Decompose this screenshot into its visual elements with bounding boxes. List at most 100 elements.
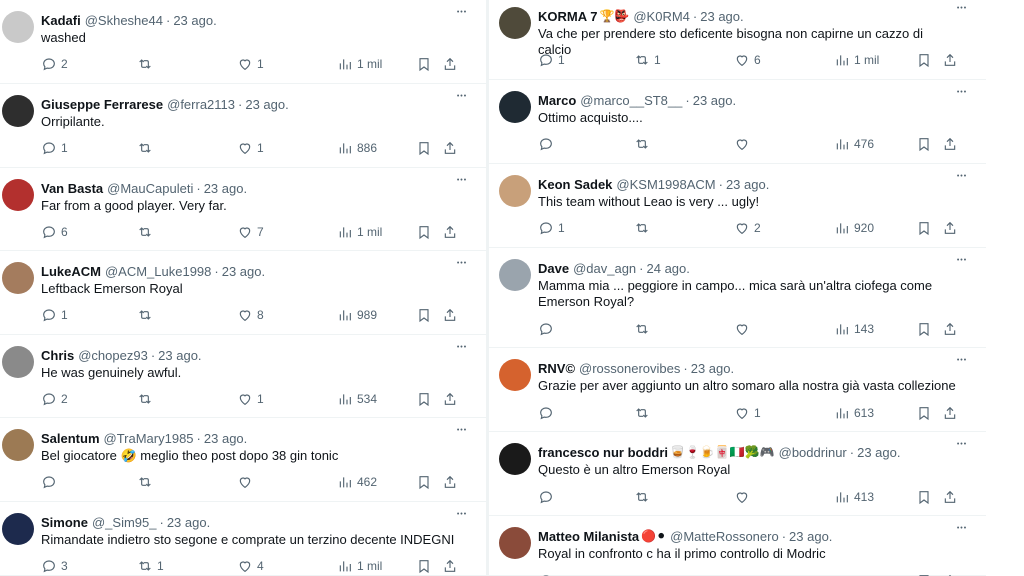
display-name[interactable]: KORMA 7	[538, 9, 597, 24]
more-options-icon[interactable]: •••	[952, 356, 972, 372]
reply-button[interactable]	[41, 473, 61, 491]
bookmark-button[interactable]	[416, 390, 432, 408]
like-button[interactable]: 4	[237, 557, 264, 575]
tweet-reply[interactable]: Chris @chopez93 · 23 ago. ••• He was genuinel…	[0, 335, 486, 418]
more-options-icon[interactable]: •••	[452, 510, 472, 526]
like-button[interactable]	[734, 135, 754, 153]
share-button[interactable]	[442, 55, 458, 73]
retweet-button[interactable]	[137, 390, 157, 408]
retweet-button[interactable]	[137, 55, 157, 73]
share-button[interactable]	[442, 139, 458, 157]
user-handle[interactable]: @ferra2113	[167, 97, 235, 112]
tweet-reply[interactable]: Marco @marco__ST8__ · 23 ago. ••• Ottimo acqu…	[489, 80, 986, 164]
retweet-button[interactable]: 1	[137, 557, 164, 575]
views-button[interactable]: 462	[337, 473, 377, 491]
tweet-reply[interactable]: LukeACM @ACM_Luke1998 · 23 ago. ••• Leftback …	[0, 251, 486, 335]
share-button[interactable]	[942, 51, 958, 69]
reply-button[interactable]: 1	[538, 219, 565, 237]
display-name[interactable]: Kadafi	[41, 13, 81, 28]
views-button[interactable]	[834, 572, 854, 576]
reply-button[interactable]	[538, 320, 558, 338]
tweet-reply[interactable]: KORMA 7 🏆👺 @K0RM4 · 23 ago. ••• Va che per pre…	[489, 0, 986, 80]
tweet-date[interactable]: 23 ago.	[204, 431, 247, 446]
tweet-date[interactable]: 23 ago.	[222, 264, 265, 279]
retweet-button[interactable]	[634, 219, 654, 237]
bookmark-button[interactable]	[916, 320, 932, 338]
views-button[interactable]: 613	[834, 404, 874, 422]
views-button[interactable]: 920	[834, 219, 874, 237]
bookmark-button[interactable]	[416, 557, 432, 575]
retweet-button[interactable]: 1	[634, 51, 661, 69]
display-name[interactable]: Dave	[538, 261, 569, 276]
more-options-icon[interactable]: •••	[952, 88, 972, 104]
display-name[interactable]: RNV©	[538, 361, 575, 376]
bookmark-button[interactable]	[916, 219, 932, 237]
avatar[interactable]	[499, 259, 531, 291]
retweet-button[interactable]	[137, 306, 157, 324]
reply-button[interactable]: 1	[41, 306, 68, 324]
user-handle[interactable]: @MauCapuleti	[107, 181, 193, 196]
retweet-button[interactable]	[634, 320, 654, 338]
like-button[interactable]: 2	[734, 219, 761, 237]
avatar[interactable]	[2, 179, 34, 211]
more-options-icon[interactable]: •••	[952, 524, 972, 540]
more-options-icon[interactable]: •••	[452, 259, 472, 275]
tweet-reply[interactable]: RNV© @rossonerovibes · 23 ago. ••• Grazie per…	[489, 348, 986, 432]
tweet-reply[interactable]: Giuseppe Ferrarese @ferra2113 · 23 ago. ••• O…	[0, 84, 486, 168]
tweet-date[interactable]: 23 ago.	[789, 529, 832, 544]
bookmark-button[interactable]	[416, 55, 432, 73]
like-button[interactable]: 6	[734, 51, 761, 69]
like-button[interactable]: 8	[237, 306, 264, 324]
share-button[interactable]	[442, 306, 458, 324]
tweet-date[interactable]: 23 ago.	[204, 181, 247, 196]
bookmark-button[interactable]	[916, 488, 932, 506]
user-handle[interactable]: @Skheshe44	[85, 13, 163, 28]
tweet-date[interactable]: 23 ago.	[245, 97, 288, 112]
share-button[interactable]	[442, 223, 458, 241]
display-name[interactable]: Marco	[538, 93, 576, 108]
avatar[interactable]	[2, 11, 34, 43]
user-handle[interactable]: @marco__ST8__	[580, 93, 682, 108]
tweet-date[interactable]: 23 ago.	[693, 93, 736, 108]
tweet-date[interactable]: 23 ago.	[691, 361, 734, 376]
views-button[interactable]: 534	[337, 390, 377, 408]
avatar[interactable]	[2, 95, 34, 127]
more-options-icon[interactable]: •••	[452, 176, 472, 192]
tweet-reply[interactable]: Simone @_Sim95_ · 23 ago. ••• Rimandate indie…	[0, 502, 486, 576]
tweet-reply[interactable]: Dave @dav_agn · 24 ago. ••• Mamma mia ... peg…	[489, 248, 986, 348]
share-button[interactable]	[942, 320, 958, 338]
avatar[interactable]	[499, 359, 531, 391]
tweet-reply[interactable]: Kadafi @Skheshe44 · 23 ago. ••• washed 2 1 1 mil	[0, 0, 486, 84]
user-handle[interactable]: @rossonerovibes	[579, 361, 680, 376]
user-handle[interactable]: @KSM1998ACM	[616, 177, 715, 192]
avatar[interactable]	[499, 7, 531, 39]
tweet-date[interactable]: 23 ago.	[700, 9, 743, 24]
views-button[interactable]: 1 mil	[834, 51, 879, 69]
retweet-button[interactable]	[634, 404, 654, 422]
avatar[interactable]	[2, 346, 34, 378]
user-handle[interactable]: @chopez93	[78, 348, 148, 363]
views-button[interactable]: 413	[834, 488, 874, 506]
user-handle[interactable]: @TraMary1985	[104, 431, 194, 446]
bookmark-button[interactable]	[416, 223, 432, 241]
retweet-button[interactable]	[137, 473, 157, 491]
tweet-date[interactable]: 24 ago.	[647, 261, 690, 276]
user-handle[interactable]: @_Sim95_	[92, 515, 157, 530]
like-button[interactable]: 1	[237, 55, 264, 73]
reply-button[interactable]: 2	[41, 55, 68, 73]
user-handle[interactable]: @dav_agn	[573, 261, 636, 276]
display-name[interactable]: Matteo Milanista	[538, 529, 639, 544]
bookmark-button[interactable]	[416, 306, 432, 324]
share-button[interactable]	[942, 135, 958, 153]
retweet-button[interactable]	[634, 572, 654, 576]
bookmark-button[interactable]	[916, 404, 932, 422]
share-button[interactable]	[942, 572, 958, 576]
views-button[interactable]: 143	[834, 320, 874, 338]
reply-button[interactable]: 2	[41, 390, 68, 408]
avatar[interactable]	[499, 91, 531, 123]
like-button[interactable]	[734, 572, 754, 576]
bookmark-button[interactable]	[916, 51, 932, 69]
avatar[interactable]	[2, 429, 34, 461]
like-button[interactable]	[734, 320, 754, 338]
retweet-button[interactable]	[137, 139, 157, 157]
